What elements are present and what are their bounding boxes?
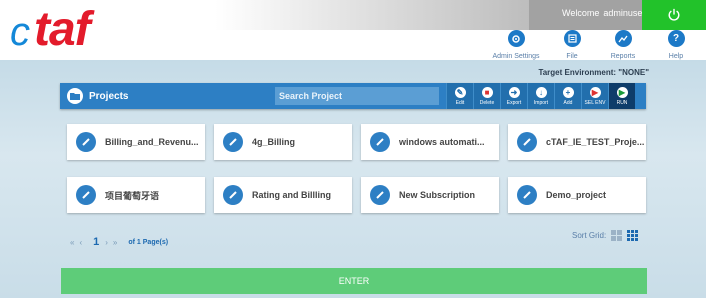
enter-button[interactable]: ENTER <box>61 268 647 294</box>
search-project-input[interactable] <box>275 87 439 105</box>
add-button[interactable]: + Add <box>554 83 581 109</box>
welcome-text: Welcome adminuser <box>562 8 645 18</box>
play-icon: ▶ <box>589 87 601 98</box>
project-name: Rating and Billling <box>252 190 331 200</box>
run-label: RUN <box>616 100 628 106</box>
help-icon: ? <box>667 30 685 47</box>
add-label: Add <box>563 100 573 106</box>
folder-icon <box>67 88 83 104</box>
pencil-icon <box>370 132 390 152</box>
edit-label: Edit <box>455 100 465 106</box>
import-icon: ↓ <box>535 87 547 98</box>
pagination: « ‹ 1 › » of 1 Page(s) <box>70 236 168 248</box>
project-card[interactable]: 4g_Billing <box>214 124 352 160</box>
nav-help[interactable]: ? Help <box>646 28 706 60</box>
delete-label: Delete <box>479 100 495 106</box>
top-bar-gradient <box>215 0 529 30</box>
run-button[interactable]: ▶ RUN <box>608 83 635 109</box>
project-name: 项目葡萄牙语 <box>105 190 160 201</box>
gear-icon <box>507 30 525 47</box>
logout-button[interactable] <box>642 0 706 30</box>
delete-button[interactable]: ■ Delete <box>473 83 500 109</box>
sort-grid: Sort Grid: <box>572 230 639 241</box>
welcome-label: Welcome <box>562 8 600 18</box>
run-icon: ▶ <box>616 87 628 98</box>
prev-page-button[interactable]: ‹ <box>79 238 82 247</box>
grid-3x3-icon[interactable] <box>627 230 639 241</box>
nav-admin-settings[interactable]: Admin Settings <box>486 28 546 60</box>
pencil-icon <box>76 185 96 205</box>
plus-icon: + <box>562 87 574 98</box>
project-name: 4g_Billing <box>252 137 296 147</box>
last-page-button[interactable]: » <box>113 238 117 247</box>
pencil-icon <box>370 185 390 205</box>
sort-grid-label: Sort Grid: <box>572 231 607 240</box>
logo-c: c <box>10 10 30 54</box>
sel-env-label: SEL ENV <box>584 100 606 106</box>
project-card[interactable]: Billing_and_Revenu... <box>67 124 205 160</box>
projects-toolbar: Projects ✎ Edit ■ Delete ➜ Export ↓ Impo… <box>60 83 646 109</box>
pencil-icon: ✎ <box>454 87 466 98</box>
projects-title-label: Projects <box>89 90 129 102</box>
chart-icon <box>614 30 632 47</box>
pencil-icon <box>76 132 96 152</box>
project-card[interactable]: Demo_project <box>508 177 646 213</box>
project-card[interactable]: windows automati... <box>361 124 499 160</box>
project-card[interactable]: cTAF_IE_TEST_Proje... <box>508 124 646 160</box>
current-page[interactable]: 1 <box>93 236 99 248</box>
logo-taf: taf <box>34 3 91 56</box>
export-icon: ➜ <box>508 87 520 98</box>
sel-env-button[interactable]: ▶ SEL ENV <box>581 83 608 109</box>
project-name: Billing_and_Revenu... <box>105 137 199 147</box>
export-button[interactable]: ➜ Export <box>500 83 527 109</box>
import-button[interactable]: ↓ Import <box>527 83 554 109</box>
page-count: of 1 Page(s) <box>128 238 169 246</box>
ctaf-logo: c taf <box>10 2 140 58</box>
username: adminuser <box>603 8 646 18</box>
file-icon <box>563 30 581 47</box>
nav-label: Admin Settings <box>492 53 540 60</box>
edit-button[interactable]: ✎ Edit <box>446 83 473 109</box>
projects-title: Projects <box>67 88 128 104</box>
project-name: New Subscription <box>399 190 476 200</box>
project-card[interactable]: 项目葡萄牙语 <box>67 177 205 213</box>
project-name: Demo_project <box>546 190 607 200</box>
pencil-icon <box>223 185 243 205</box>
export-label: Export <box>506 100 522 106</box>
import-label: Import <box>533 100 549 106</box>
pencil-icon <box>517 185 537 205</box>
pencil-icon <box>517 132 537 152</box>
pencil-icon <box>223 132 243 152</box>
nav-reports[interactable]: Reports <box>593 28 653 60</box>
trash-icon: ■ <box>481 87 493 98</box>
project-card[interactable]: Rating and Billling <box>214 177 352 213</box>
project-card[interactable]: New Subscription <box>361 177 499 213</box>
grid-2x2-icon[interactable] <box>611 230 623 241</box>
nav-label: Help <box>668 53 684 60</box>
project-name: cTAF_IE_TEST_Proje... <box>546 137 645 147</box>
nav-label: Reports <box>610 53 636 60</box>
next-page-button[interactable]: › <box>105 238 108 247</box>
power-icon <box>668 8 680 21</box>
first-page-button[interactable]: « <box>70 238 74 247</box>
target-environment: Target Environment: "NONE" <box>538 68 649 77</box>
project-name: windows automati... <box>399 137 485 147</box>
